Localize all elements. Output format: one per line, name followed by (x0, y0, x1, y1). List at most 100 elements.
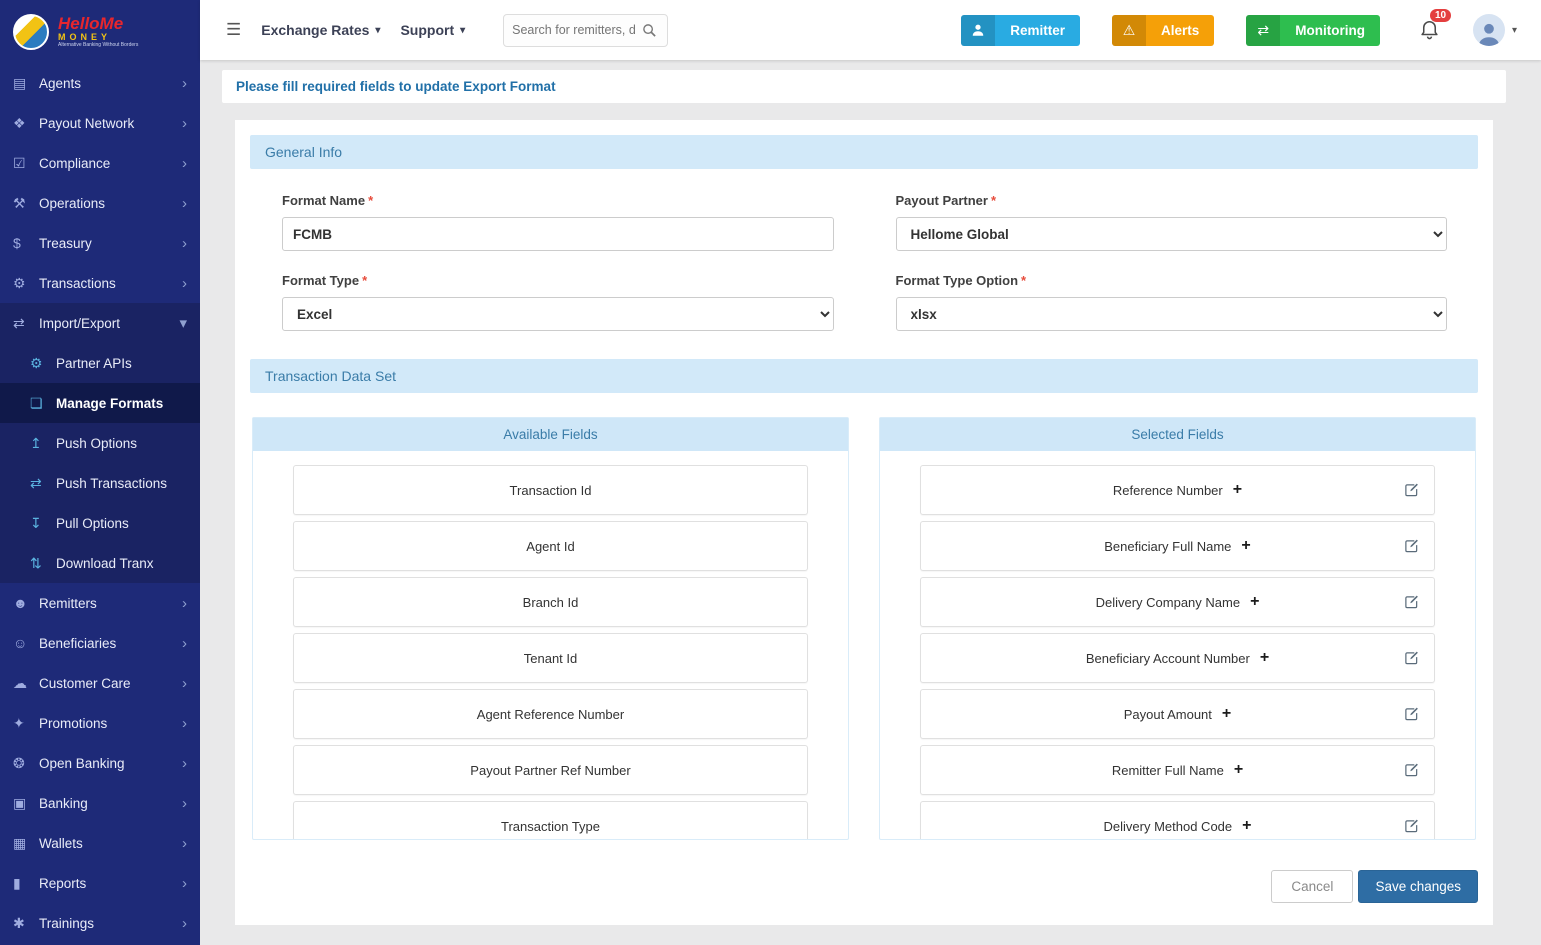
page-content: Please fill required fields to update Ex… (200, 60, 1541, 945)
selected-fields-list[interactable]: Reference Number + Beneficiary Full Name… (880, 451, 1475, 839)
chevron-right-icon: › (182, 754, 187, 772)
format-name-input[interactable] (282, 217, 834, 251)
available-field-item[interactable]: Transaction Type (293, 801, 808, 839)
format-type-select[interactable]: Excel (282, 297, 834, 331)
edit-icon[interactable] (1404, 651, 1419, 666)
plus-icon[interactable]: + (1233, 482, 1242, 498)
format-type-option-select[interactable]: xlsx (895, 297, 1447, 331)
available-field-item[interactable]: Agent Id (293, 521, 808, 571)
selected-field-item[interactable]: Beneficiary Account Number + (920, 633, 1435, 683)
sidebar-item-label: Partner APIs (56, 355, 132, 371)
sidebar-item-push-transactions[interactable]: ⇄ Push Transactions (0, 463, 200, 503)
trainings-icon: ✱ (13, 914, 25, 931)
sidebar-item-label: Manage Formats (56, 395, 164, 411)
field-label: Delivery Company Name (1095, 594, 1241, 610)
sidebar-item-label: Treasury (39, 235, 92, 251)
selected-field-item[interactable]: Reference Number + (920, 465, 1435, 515)
search-box (503, 13, 669, 47)
sidebar-item-promotions[interactable]: ✦ Promotions › (0, 703, 200, 743)
payout-partner-select[interactable]: Hellome Global (895, 217, 1447, 251)
sidebar-item-payout-network[interactable]: ❖ Payout Network › (0, 103, 200, 143)
format-type-label: Format Type * (282, 273, 368, 288)
operations-icon: ⚒ (13, 194, 26, 211)
reports-icon: ▮ (13, 874, 21, 891)
alerts-button[interactable]: ⚠ Alerts (1111, 14, 1215, 46)
notice-bar: Please fill required fields to update Ex… (222, 70, 1506, 103)
chevron-right-icon: › (182, 634, 187, 652)
sidebar-item-push-options[interactable]: ↥ Push Options (0, 423, 200, 463)
sidebar-item-label: Wallets (39, 835, 83, 851)
sidebar-item-compliance[interactable]: ☑ Compliance › (0, 143, 200, 183)
field-label: Beneficiary Full Name (1104, 538, 1232, 554)
selected-field-item[interactable]: Beneficiary Full Name + (920, 521, 1435, 571)
chevron-right-icon: › (182, 834, 187, 852)
user-avatar[interactable]: ▾ (1472, 14, 1517, 46)
sidebar-item-manage-formats[interactable]: ❏ Manage Formats (0, 383, 200, 423)
available-fields-list[interactable]: Transaction Id Agent Id Branch Id Tenant… (253, 451, 848, 839)
plus-icon[interactable]: + (1250, 594, 1259, 610)
edit-icon[interactable] (1404, 763, 1419, 778)
format-name-label: Format Name * (282, 193, 374, 208)
menu-exchange-rates[interactable]: Exchange Rates ▾ (261, 22, 380, 38)
field-label: Delivery Method Code (1103, 818, 1233, 834)
selected-field-item[interactable]: Payout Amount + (920, 689, 1435, 739)
hamburger-icon[interactable]: ☰ (226, 20, 241, 40)
available-field-item[interactable]: Payout Partner Ref Number (293, 745, 808, 795)
field-label: Agent Id (526, 538, 575, 554)
chevron-right-icon: › (182, 114, 187, 132)
notification-bell[interactable]: 10 (1418, 9, 1452, 43)
remitter-button[interactable]: Remitter (961, 14, 1080, 46)
sidebar-item-treasury[interactable]: $ Treasury › (0, 223, 200, 263)
selected-field-item[interactable]: Delivery Method Code + (920, 801, 1435, 839)
sidebar-item-import-export[interactable]: ⇄ Import/Export ▾ (0, 303, 200, 343)
sidebar-item-reports[interactable]: ▮ Reports › (0, 863, 200, 903)
field-label: Agent Reference Number (476, 706, 625, 722)
sidebar-item-remitters[interactable]: ☻ Remitters › (0, 583, 200, 623)
save-changes-button[interactable]: Save changes (1358, 870, 1478, 903)
sidebar-item-agents[interactable]: ▤ Agents › (0, 63, 200, 103)
sidebar-item-wallets[interactable]: ▦ Wallets › (0, 823, 200, 863)
available-field-item[interactable]: Agent Reference Number (293, 689, 808, 739)
sidebar-item-customer-care[interactable]: ☁ Customer Care › (0, 663, 200, 703)
plus-icon[interactable]: + (1260, 650, 1269, 666)
selected-field-item[interactable]: Delivery Company Name + (920, 577, 1435, 627)
available-field-item[interactable]: Transaction Id (293, 465, 808, 515)
sidebar-item-trainings[interactable]: ✱ Trainings › (0, 903, 200, 943)
sidebar-item-transactions[interactable]: ⚙ Transactions › (0, 263, 200, 303)
available-field-item[interactable]: Branch Id (293, 577, 808, 627)
user-icon (961, 14, 996, 46)
sidebar-item-open-banking[interactable]: ❂ Open Banking › (0, 743, 200, 783)
sidebar-item-label: Import/Export (39, 315, 121, 331)
menu-support[interactable]: Support ▾ (400, 22, 465, 38)
sidebar-item-operations[interactable]: ⚒ Operations › (0, 183, 200, 223)
push-options-icon: ↥ (30, 434, 42, 451)
available-field-item[interactable]: Tenant Id (293, 633, 808, 683)
sidebar-item-beneficiaries[interactable]: ☺ Beneficiaries › (0, 623, 200, 663)
edit-icon[interactable] (1404, 483, 1419, 498)
plus-icon[interactable]: + (1222, 706, 1231, 722)
brand-logo[interactable]: HelloMe MONEY Alternative Banking Withou… (0, 0, 200, 63)
chevron-right-icon: › (182, 234, 187, 252)
sidebar-item-pull-options[interactable]: ↧ Pull Options (0, 503, 200, 543)
monitoring-button[interactable]: ⇄ Monitoring (1246, 14, 1380, 46)
sidebar-item-banking[interactable]: ▣ Banking › (0, 783, 200, 823)
sidebar-item-partner-apis[interactable]: ⚙ Partner APIs (0, 343, 200, 383)
plus-icon[interactable]: + (1234, 762, 1243, 778)
edit-icon[interactable] (1404, 819, 1419, 834)
sidebar-item-label: Customer Care (39, 675, 131, 691)
sidebar-item-download-tranx[interactable]: ⇅ Download Tranx (0, 543, 200, 583)
edit-icon[interactable] (1404, 539, 1419, 554)
sidebar-item-label: Download Tranx (56, 555, 154, 571)
plus-icon[interactable]: + (1242, 818, 1251, 834)
edit-icon[interactable] (1404, 707, 1419, 722)
sidebar-item-label: Compliance (39, 155, 111, 171)
cancel-button[interactable]: Cancel (1271, 870, 1354, 903)
treasury-icon: $ (13, 235, 21, 251)
banking-icon: ▣ (13, 794, 27, 811)
search-button[interactable] (640, 23, 659, 38)
edit-icon[interactable] (1404, 595, 1419, 610)
selected-field-item[interactable]: Remitter Full Name + (920, 745, 1435, 795)
open-banking-icon: ❂ (13, 754, 25, 771)
search-input[interactable] (512, 23, 641, 37)
plus-icon[interactable]: + (1241, 538, 1250, 554)
